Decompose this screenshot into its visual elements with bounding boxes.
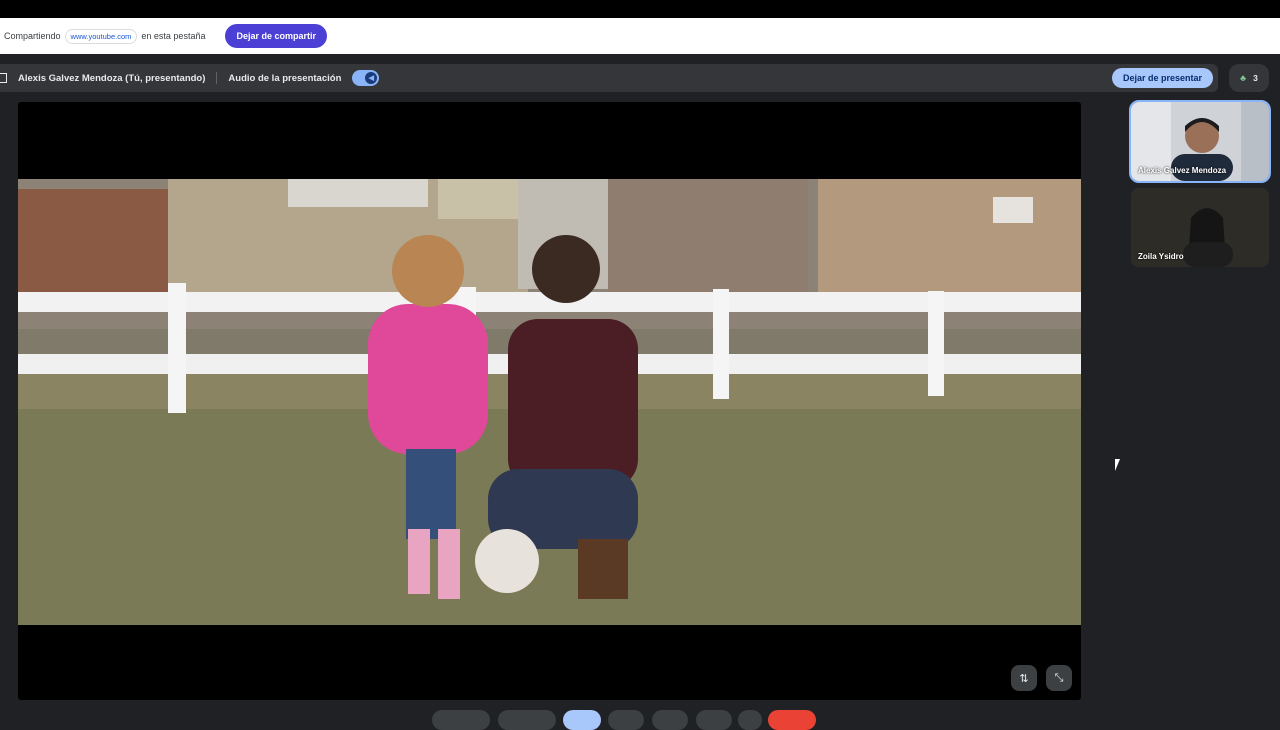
people-icon: ♣ xyxy=(1240,73,1247,83)
mouse-pointer xyxy=(1115,459,1125,471)
presentation-bar: Alexis Galvez Mendoza (Tú, presentando) … xyxy=(0,64,1218,92)
minimize-stage-button[interactable]: ⤡ xyxy=(1046,665,1072,691)
camera-button[interactable] xyxy=(498,710,556,730)
browser-top-strip xyxy=(0,0,1280,18)
present-button[interactable] xyxy=(563,710,601,730)
call-controls-bar xyxy=(0,710,1280,730)
presentation-audio-label: Audio de la presentación xyxy=(228,72,342,84)
people-button[interactable]: ♣ 3 xyxy=(1229,64,1269,92)
volume-icon: ◀ xyxy=(365,72,378,84)
shared-url: www.youtube.com xyxy=(64,28,138,44)
divider xyxy=(216,72,218,84)
reactions-button[interactable] xyxy=(608,710,644,730)
microphone-button[interactable] xyxy=(432,710,490,730)
stop-presenting-button[interactable]: Dejar de presentar xyxy=(1111,68,1213,88)
leave-call-button[interactable] xyxy=(768,710,816,730)
presentation-stage: ⇅ ⤡ xyxy=(18,102,1081,700)
collapse-icon: ⤡ xyxy=(1054,671,1064,684)
video-scene-image xyxy=(18,179,1081,625)
raise-hand-button[interactable] xyxy=(696,710,732,730)
presentation-audio-toggle[interactable]: ◀ xyxy=(352,70,380,86)
shared-video-frame[interactable] xyxy=(18,179,1081,625)
captions-button[interactable] xyxy=(652,710,688,730)
participant-name: Alexis Galvez Mendoza xyxy=(1138,166,1227,175)
swap-layout-button[interactable]: ⇅ xyxy=(1011,665,1037,691)
presenter-name: Alexis Galvez Mendoza (Tú, presentando) xyxy=(18,72,206,84)
participant-tile[interactable]: Alexis Galvez Mendoza xyxy=(1129,100,1271,183)
tab-sharing-bar: Compartiendo www.youtube.com en esta pes… xyxy=(0,18,1280,54)
more-options-button[interactable] xyxy=(738,710,762,730)
sharing-prefix: Compartiendo xyxy=(4,31,61,41)
present-screen-icon xyxy=(0,73,7,83)
participant-tile[interactable]: Zoila Ysidro xyxy=(1131,188,1269,267)
swap-vert-icon: ⇅ xyxy=(1019,672,1029,685)
meet-area: Alexis Galvez Mendoza (Tú, presentando) … xyxy=(0,54,1280,730)
sharing-suffix: en esta pestaña xyxy=(141,31,206,41)
people-count: 3 xyxy=(1253,73,1258,83)
participant-name: Zoila Ysidro xyxy=(1138,252,1184,261)
stop-sharing-button[interactable]: Dejar de compartir xyxy=(225,24,327,48)
